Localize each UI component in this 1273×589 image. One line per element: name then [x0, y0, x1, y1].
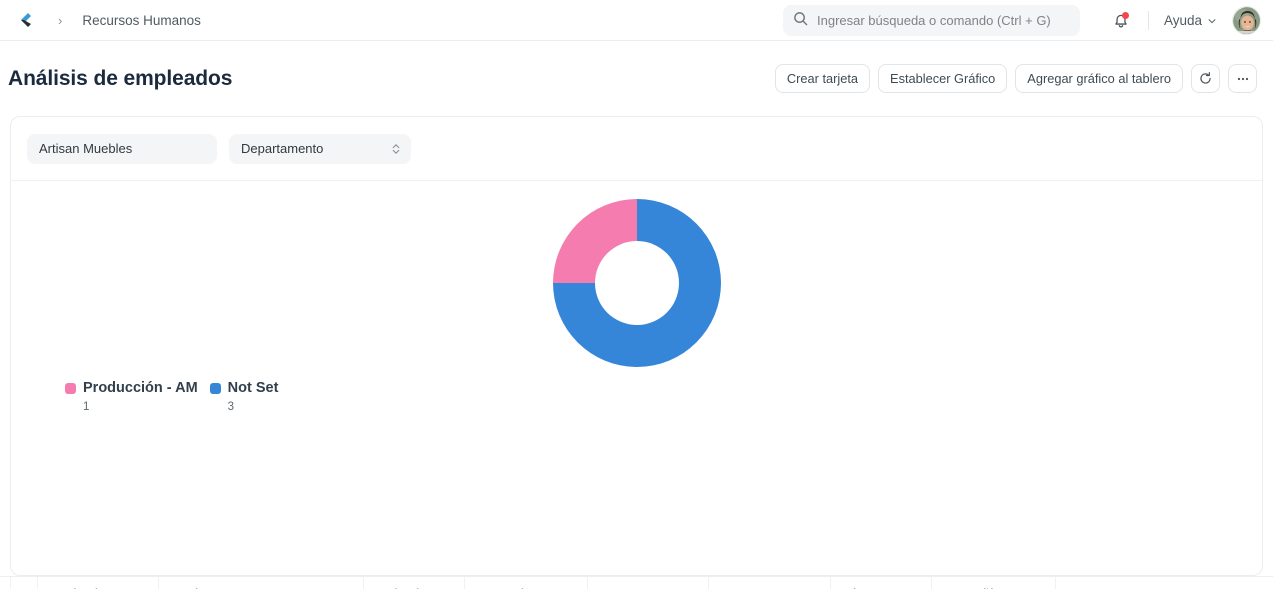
column-header-sucursal[interactable]: Sucursal [464, 577, 588, 589]
help-label: Ayuda [1163, 13, 1202, 28]
search-icon [793, 11, 808, 31]
table-header-row: Empleado Nombre Fecha de ... Sucursal De… [9, 577, 1057, 589]
ellipsis-icon [1237, 77, 1248, 80]
notification-dot [1121, 11, 1129, 19]
legend-value: 1 [83, 401, 90, 413]
legend-swatch-icon [209, 383, 221, 394]
column-header-puesto[interactable]: Puesto [708, 577, 832, 589]
column-header-fecha[interactable]: Fecha de ... [363, 577, 465, 589]
company-filter-input[interactable] [27, 133, 217, 164]
column-header-genero[interactable]: Género [830, 577, 932, 589]
donut-svg [552, 199, 721, 367]
group-by-select[interactable]: Departamento [229, 133, 411, 164]
navbar-left: › Recursos Humanos [12, 7, 201, 33]
legend-value: 3 [227, 401, 235, 413]
user-avatar[interactable] [1232, 6, 1261, 35]
help-menu-button[interactable]: Ayuda [1160, 9, 1221, 32]
donut-slice-produccion-am[interactable] [552, 199, 637, 283]
more-options-button[interactable] [1228, 64, 1257, 93]
column-header-nombre[interactable]: Nombre [158, 577, 365, 589]
legend-item-produccion-am[interactable]: Producción - AM 1 [65, 379, 198, 415]
add-chart-to-dashboard-button[interactable]: Agregar gráfico al tablero [1015, 64, 1183, 93]
chevron-updown-icon [392, 143, 400, 154]
donut-graphic [11, 193, 1262, 373]
column-header-compania[interactable]: Compañía [931, 577, 1057, 589]
top-navbar: › Recursos Humanos Ayuda [0, 0, 1273, 41]
employee-table: Empleado Nombre Fecha de ... Sucursal De… [0, 576, 1273, 589]
legend-item-not-set[interactable]: Not Set 3 [209, 379, 279, 415]
column-header-index [9, 577, 39, 589]
notifications-button[interactable] [1105, 5, 1137, 37]
refresh-icon [1200, 72, 1211, 84]
refresh-button[interactable] [1191, 64, 1220, 93]
legend-swatch-icon [65, 383, 76, 394]
page-title: Análisis de empleados [8, 66, 233, 90]
legend-label: Producción - AM [83, 380, 198, 396]
donut-chart: Producción - AM 1 Not Set 3 [11, 181, 1262, 471]
chart-card: Departamento Producción - AM 1 [10, 116, 1263, 576]
chevron-left-logo-icon[interactable] [12, 7, 38, 33]
legend-label: Not Set [227, 380, 279, 396]
group-by-value: Departamento [241, 141, 324, 156]
page-header-actions: Crear tarjeta Establecer Gráfico Agregar… [774, 64, 1257, 93]
search-box[interactable] [783, 5, 1080, 36]
search-input[interactable] [817, 13, 1070, 28]
navbar-right: Ayuda [1105, 0, 1261, 41]
breadcrumb-recursos-humanos[interactable]: Recursos Humanos [82, 13, 201, 28]
chevron-down-icon [1208, 18, 1216, 23]
create-card-button[interactable]: Crear tarjeta [774, 64, 871, 93]
set-chart-button[interactable]: Establecer Gráfico [878, 64, 1008, 93]
chart-legend: Producción - AM 1 Not Set 3 [11, 379, 1262, 415]
page-header: Análisis de empleados Crear tarjeta Esta… [0, 41, 1273, 116]
filter-bar: Departamento [11, 117, 1262, 181]
navbar-divider [1147, 11, 1149, 30]
column-header-departamento[interactable]: Departamento [587, 577, 709, 589]
global-search[interactable] [783, 5, 1080, 36]
column-header-empleado[interactable]: Empleado [37, 577, 160, 589]
breadcrumb-separator-icon: › [58, 12, 63, 28]
